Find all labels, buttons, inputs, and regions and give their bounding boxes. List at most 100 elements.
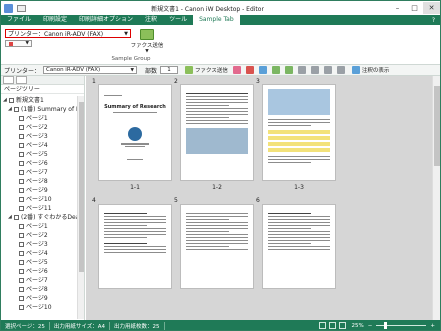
tree-checkbox[interactable]: [19, 125, 24, 130]
tree-checkbox[interactable]: [19, 134, 24, 139]
tree-item[interactable]: ページ2: [1, 231, 77, 240]
zoom-in-button[interactable]: +: [430, 323, 435, 329]
tree-checkbox[interactable]: [19, 242, 24, 247]
tree-checkbox[interactable]: [19, 224, 24, 229]
tree-item[interactable]: ページ5: [1, 258, 77, 267]
rotate-icon[interactable]: [258, 66, 267, 74]
menu-tools[interactable]: ツール: [163, 15, 193, 25]
thumbnail-tab[interactable]: [16, 76, 27, 84]
tree-checkbox[interactable]: [19, 161, 24, 166]
page-thumbnail[interactable]: [262, 204, 336, 289]
tree-checkbox[interactable]: [19, 233, 24, 238]
page-thumbnail[interactable]: [180, 204, 254, 289]
edit-icon[interactable]: [232, 66, 241, 74]
minimize-button[interactable]: –: [389, 2, 406, 14]
ribbon-fax-send-button[interactable]: ファクス送信 ▼: [127, 27, 167, 57]
page-thumbnail[interactable]: [180, 84, 254, 181]
tree-item[interactable]: ページ5: [1, 150, 77, 159]
paste-icon[interactable]: [323, 66, 332, 74]
maximize-button[interactable]: □: [406, 2, 423, 14]
toolbar-printer-select[interactable]: Canon iR-ADV (FAX) ▼: [43, 66, 138, 74]
tree-checkbox[interactable]: [19, 206, 24, 211]
menu-annotations[interactable]: 注釈: [139, 15, 163, 25]
tree-item[interactable]: ページ3: [1, 240, 77, 249]
tree-item[interactable]: ページ4: [1, 249, 77, 258]
tree-item[interactable]: ページ1: [1, 114, 77, 123]
tree-checkbox[interactable]: [19, 188, 24, 193]
tree-item[interactable]: ページ9: [1, 294, 77, 303]
collapse-icon[interactable]: ◢: [8, 213, 13, 222]
zoom-slider-knob[interactable]: [384, 322, 388, 329]
tree-item[interactable]: ◢ (1番) Summary of R: [1, 105, 77, 114]
tree-checkbox[interactable]: [19, 296, 24, 301]
page-view[interactable]: 1 Summary of Research 1-1 2 1-2 3 1-3 4 …: [86, 76, 432, 320]
menu-sample-tab[interactable]: Sample Tab: [193, 15, 240, 25]
text-line: [268, 119, 330, 121]
menu-file[interactable]: ファイル: [1, 15, 37, 25]
tree-item[interactable]: ページ7: [1, 276, 77, 285]
single-page-view-icon[interactable]: [318, 322, 326, 329]
tree-item[interactable]: ページ10: [1, 195, 77, 204]
tree-item[interactable]: ページ2: [1, 123, 77, 132]
fit-view-icon[interactable]: [338, 322, 346, 329]
tree-checkbox[interactable]: [19, 179, 24, 184]
toolbar-fax-send-button[interactable]: ファクス送信: [182, 66, 228, 74]
tree-item[interactable]: ページ6: [1, 267, 77, 276]
zoom-out-button[interactable]: −: [368, 323, 373, 329]
tree-checkbox[interactable]: [19, 116, 24, 121]
tree-item[interactable]: ページ9: [1, 186, 77, 195]
page-tree-scrollbar[interactable]: [77, 96, 84, 319]
tree-checkbox[interactable]: [19, 287, 24, 292]
copies-input[interactable]: 1: [160, 66, 179, 74]
menu-print-options[interactable]: 印刷詳細オプション: [73, 15, 139, 25]
show-annotations-button[interactable]: 注釈の表示: [349, 66, 389, 74]
page-tree-tab[interactable]: [3, 76, 14, 84]
tree-checkbox[interactable]: [19, 152, 24, 157]
tree-checkbox[interactable]: [19, 143, 24, 148]
tree-checkbox[interactable]: [14, 215, 19, 220]
copy-icon[interactable]: [310, 66, 319, 74]
tree-item[interactable]: ページ8: [1, 285, 77, 294]
undo-icon[interactable]: [271, 66, 280, 74]
tree-item[interactable]: ページ8: [1, 177, 77, 186]
multi-page-view-icon[interactable]: [328, 322, 336, 329]
tree-checkbox[interactable]: [19, 260, 24, 265]
scrollbar-thumb[interactable]: [79, 102, 84, 272]
page-thumbnail[interactable]: Summary of Research: [98, 84, 172, 181]
tree-item[interactable]: ページ3: [1, 132, 77, 141]
select-icon[interactable]: [336, 66, 345, 74]
scrollbar-thumb[interactable]: [434, 86, 440, 166]
tree-item[interactable]: ◢ (2番) すぐわかるDea: [1, 213, 77, 222]
tree-item[interactable]: ページ1: [1, 222, 77, 231]
tree-checkbox[interactable]: [19, 305, 24, 310]
tree-checkbox[interactable]: [19, 170, 24, 175]
redo-icon[interactable]: [284, 66, 293, 74]
tree-checkbox[interactable]: [19, 269, 24, 274]
menu-print-settings[interactable]: 印刷設定: [37, 15, 73, 25]
tree-item[interactable]: ページ4: [1, 141, 77, 150]
delete-icon[interactable]: [245, 66, 254, 74]
page-view-scrollbar[interactable]: [432, 76, 440, 320]
tree-item[interactable]: ページ11: [1, 204, 77, 213]
help-icon[interactable]: ?: [432, 17, 440, 24]
close-button[interactable]: ✕: [423, 2, 440, 14]
collapse-icon[interactable]: ◢: [8, 105, 13, 114]
tree-checkbox[interactable]: [14, 107, 19, 112]
page-thumbnail[interactable]: [98, 204, 172, 289]
tree-item[interactable]: ページ7: [1, 168, 77, 177]
tree-checkbox[interactable]: [9, 98, 14, 103]
tree-checkbox[interactable]: [19, 251, 24, 256]
tree-item[interactable]: ◢ 新規文書1: [1, 96, 77, 105]
quick-access-icon[interactable]: [17, 4, 26, 12]
page-number: 4: [92, 197, 96, 204]
cut-icon[interactable]: [297, 66, 306, 74]
zoom-slider[interactable]: [376, 322, 427, 329]
collapse-icon[interactable]: ◢: [3, 96, 8, 105]
tree-checkbox[interactable]: [19, 278, 24, 283]
tree-item[interactable]: ページ10: [1, 303, 77, 312]
tree-checkbox[interactable]: [19, 197, 24, 202]
ribbon-small-button[interactable]: ▼: [5, 40, 32, 47]
ribbon-printer-dropdown[interactable]: プリンター：Canon iR-ADV (FAX) ▼: [5, 29, 131, 38]
page-thumbnail[interactable]: [262, 84, 336, 181]
tree-item[interactable]: ページ6: [1, 159, 77, 168]
